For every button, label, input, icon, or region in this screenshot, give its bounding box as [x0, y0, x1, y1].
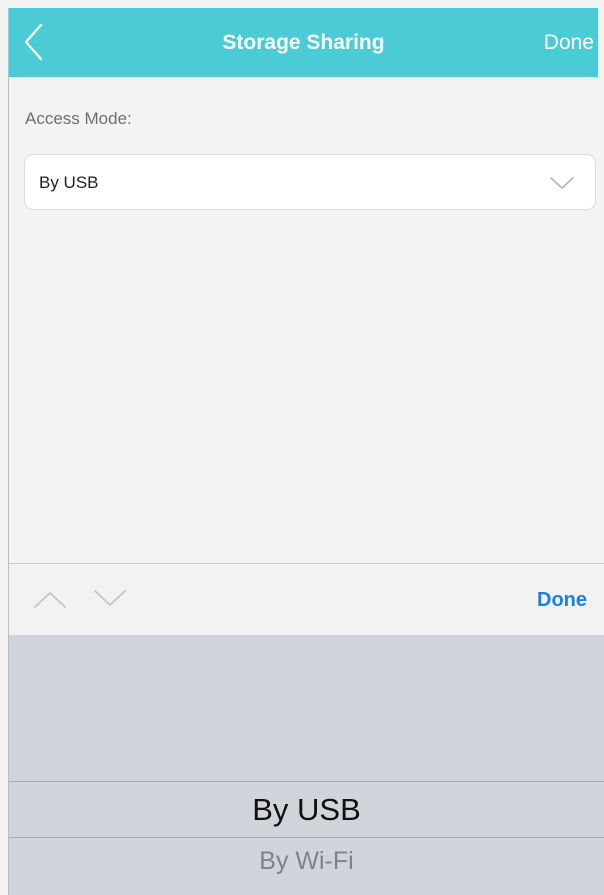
selection-top-line [9, 781, 604, 782]
access-mode-label: Access Mode: [25, 109, 132, 128]
main-content: Access Mode: By USB [9, 77, 598, 563]
chevron-left-icon [24, 23, 43, 61]
nav-bar: Storage Sharing Done [9, 8, 598, 77]
picker-option-by-wifi[interactable]: By Wi-Fi [9, 839, 604, 883]
chevron-up-icon [34, 592, 66, 608]
page-title: Storage Sharing [222, 31, 385, 54]
access-mode-value: By USB [39, 173, 99, 192]
picker-done-button[interactable]: Done [537, 564, 587, 636]
picker-toolbar: Done [9, 563, 604, 635]
storage-sharing-screen: Storage Sharing Done Access Mode: By USB… [0, 0, 604, 895]
next-field-button[interactable] [93, 589, 127, 609]
previous-field-button[interactable] [33, 589, 67, 609]
chevron-down-icon [550, 177, 574, 189]
access-mode-picker[interactable]: By USB By Wi-Fi [9, 635, 604, 895]
back-button[interactable] [21, 22, 47, 62]
picker-option-by-usb[interactable]: By USB [9, 783, 604, 837]
access-mode-select[interactable]: By USB [24, 154, 596, 210]
selection-bottom-line [9, 837, 604, 838]
nav-done-button[interactable]: Done [544, 8, 594, 77]
chevron-down-icon [94, 590, 126, 606]
